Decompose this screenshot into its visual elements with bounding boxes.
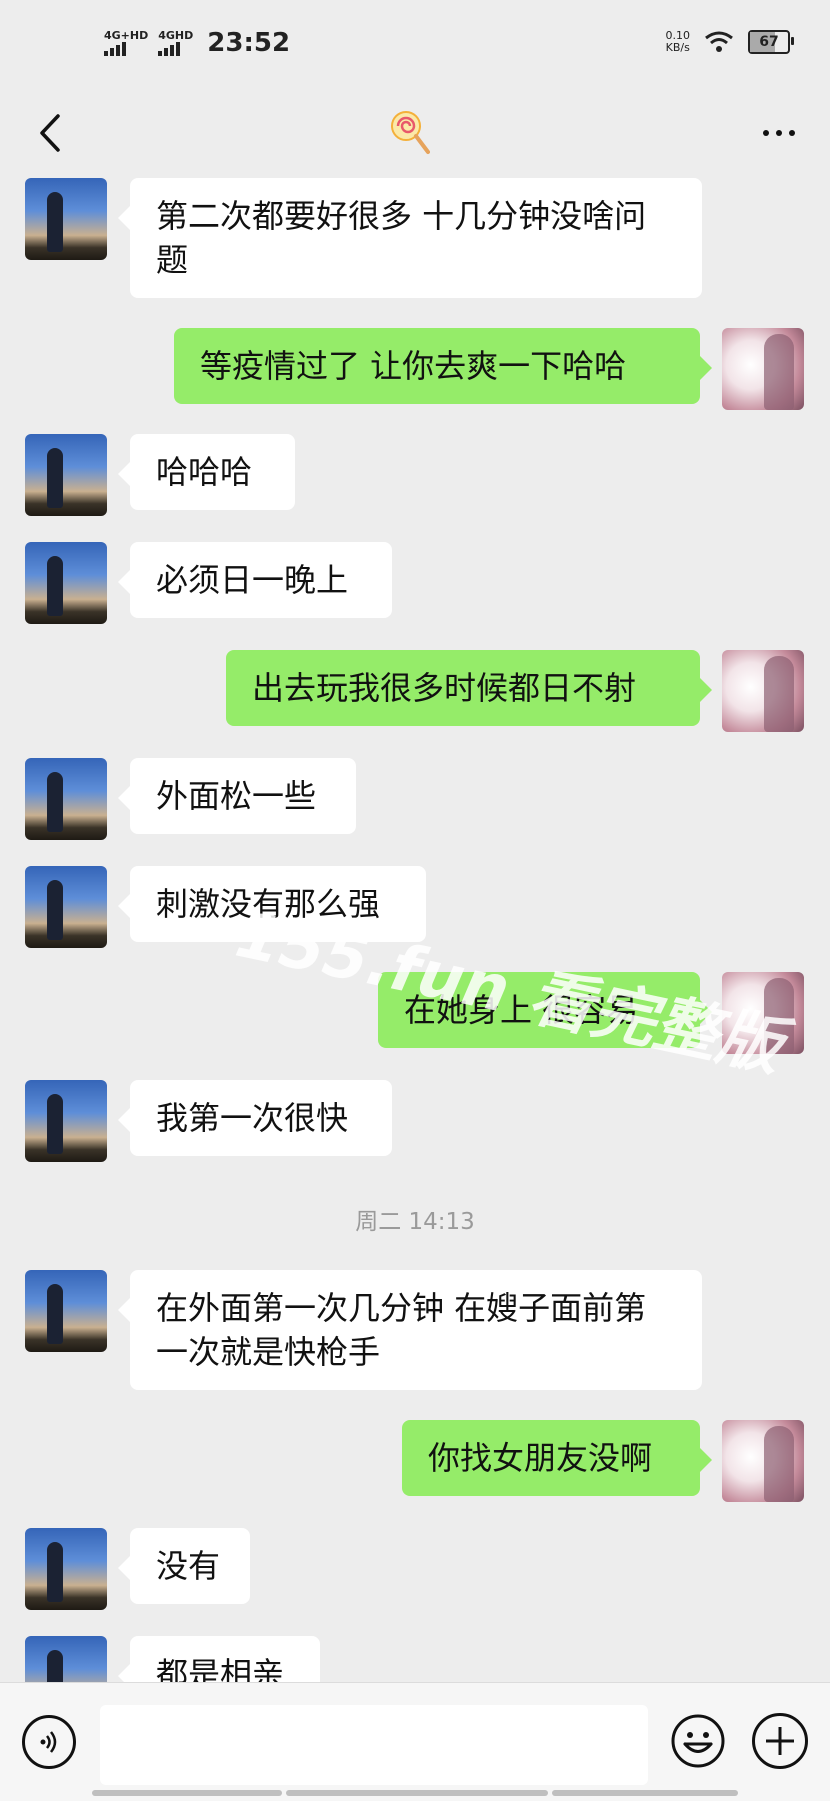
chevron-left-icon	[40, 114, 60, 152]
more-dots-icon	[763, 130, 769, 136]
message-row: 都是相亲	[0, 1636, 830, 1682]
timestamp: 周二 14:13	[355, 1209, 475, 1235]
lollipop-icon	[391, 111, 430, 154]
avatar[interactable]	[25, 178, 107, 260]
message-bubble[interactable]: 等疫情过了 让你去爽一下哈哈	[174, 328, 712, 404]
avatar[interactable]	[722, 972, 804, 1054]
avatar[interactable]	[25, 1528, 107, 1610]
message-row: 第二次都要好很多 十几分钟没啥问题	[0, 176, 830, 304]
network-speed: 0.10 KB/s	[666, 30, 691, 54]
network-label-1: 4G+HD	[104, 29, 149, 42]
message-input[interactable]	[100, 1705, 648, 1785]
status-right: 0.10 KB/s 67	[666, 30, 794, 54]
avatar[interactable]	[25, 1270, 107, 1352]
status-left: 4G+HD 4GHD 23:52	[104, 28, 290, 58]
message-bubble[interactable]: 你找女朋友没啊	[402, 1420, 712, 1496]
message-bubble[interactable]: 哈哈哈	[118, 434, 295, 510]
network-label-2: 4GHD	[158, 29, 194, 42]
message-row: 必须日一晚上	[0, 542, 830, 626]
message-bubble[interactable]: 都是相亲	[118, 1636, 320, 1682]
message-bubble[interactable]: 在她身上 很容易	[378, 972, 712, 1048]
gesture-bar	[92, 1790, 282, 1796]
signal-2: 4GHD	[158, 30, 193, 56]
avatar[interactable]	[722, 1420, 804, 1502]
signal-1: 4G+HD	[104, 30, 148, 56]
message-row: 在外面第一次几分钟 在嫂子面前第一次就是快枪手	[0, 1270, 830, 1398]
avatar[interactable]	[25, 866, 107, 948]
chat-header	[0, 90, 830, 176]
message-bubble[interactable]: 刺激没有那么强	[118, 866, 426, 942]
avatar[interactable]	[722, 650, 804, 732]
message-row: 我第一次很快	[0, 1080, 830, 1164]
voice-icon	[40, 1731, 57, 1753]
avatar[interactable]	[722, 328, 804, 410]
message-bubble[interactable]: 我第一次很快	[118, 1080, 392, 1156]
message-row: 哈哈哈	[0, 434, 830, 518]
message-bubble[interactable]: 没有	[118, 1528, 250, 1604]
emoji-icon	[671, 1714, 725, 1768]
chat-title	[390, 108, 430, 158]
message-bubble[interactable]: 必须日一晚上	[118, 542, 392, 618]
message-row: 出去玩我很多时候都日不射	[0, 650, 830, 734]
emoji-button[interactable]	[670, 1713, 726, 1769]
avatar[interactable]	[25, 1636, 107, 1682]
message-row: 你找女朋友没啊	[0, 1420, 830, 1504]
status-bar: 4G+HD 4GHD 23:52 0.10 KB/s 67	[0, 0, 830, 90]
message-row: 在她身上 很容易	[0, 972, 830, 1056]
voice-button[interactable]	[22, 1715, 76, 1769]
avatar[interactable]	[25, 758, 107, 840]
avatar[interactable]	[25, 434, 107, 516]
message-row: 外面松一些	[0, 758, 830, 842]
avatar[interactable]	[25, 1080, 107, 1162]
speed-unit: KB/s	[665, 41, 690, 54]
more-button[interactable]	[754, 108, 804, 158]
message-bubble[interactable]: 出去玩我很多时候都日不射	[226, 650, 712, 726]
message-bubble[interactable]: 在外面第一次几分钟 在嫂子面前第一次就是快枪手	[118, 1270, 702, 1390]
gesture-bar	[286, 1790, 548, 1796]
message-row: 没有	[0, 1528, 830, 1612]
message-row: 刺激没有那么强	[0, 866, 830, 950]
battery-icon: 67	[748, 30, 794, 54]
wifi-icon	[705, 31, 733, 52]
battery-level: 67	[759, 34, 779, 50]
message-list[interactable]: 第二次都要好很多 十几分钟没啥问题 等疫情过了 让你去爽一下哈哈 哈哈哈 必须日…	[0, 176, 830, 1682]
message-row: 等疫情过了 让你去爽一下哈哈	[0, 328, 830, 412]
signal-bars-icon	[104, 42, 126, 56]
back-button[interactable]	[26, 108, 76, 158]
message-bubble[interactable]: 第二次都要好很多 十几分钟没啥问题	[118, 178, 702, 298]
clock: 23:52	[207, 28, 291, 58]
message-bubble[interactable]: 外面松一些	[118, 758, 356, 834]
signal-bars-icon	[158, 42, 181, 56]
plus-button[interactable]	[752, 1713, 808, 1769]
avatar[interactable]	[25, 542, 107, 624]
input-bar	[0, 1682, 830, 1801]
gesture-bar	[552, 1790, 738, 1796]
